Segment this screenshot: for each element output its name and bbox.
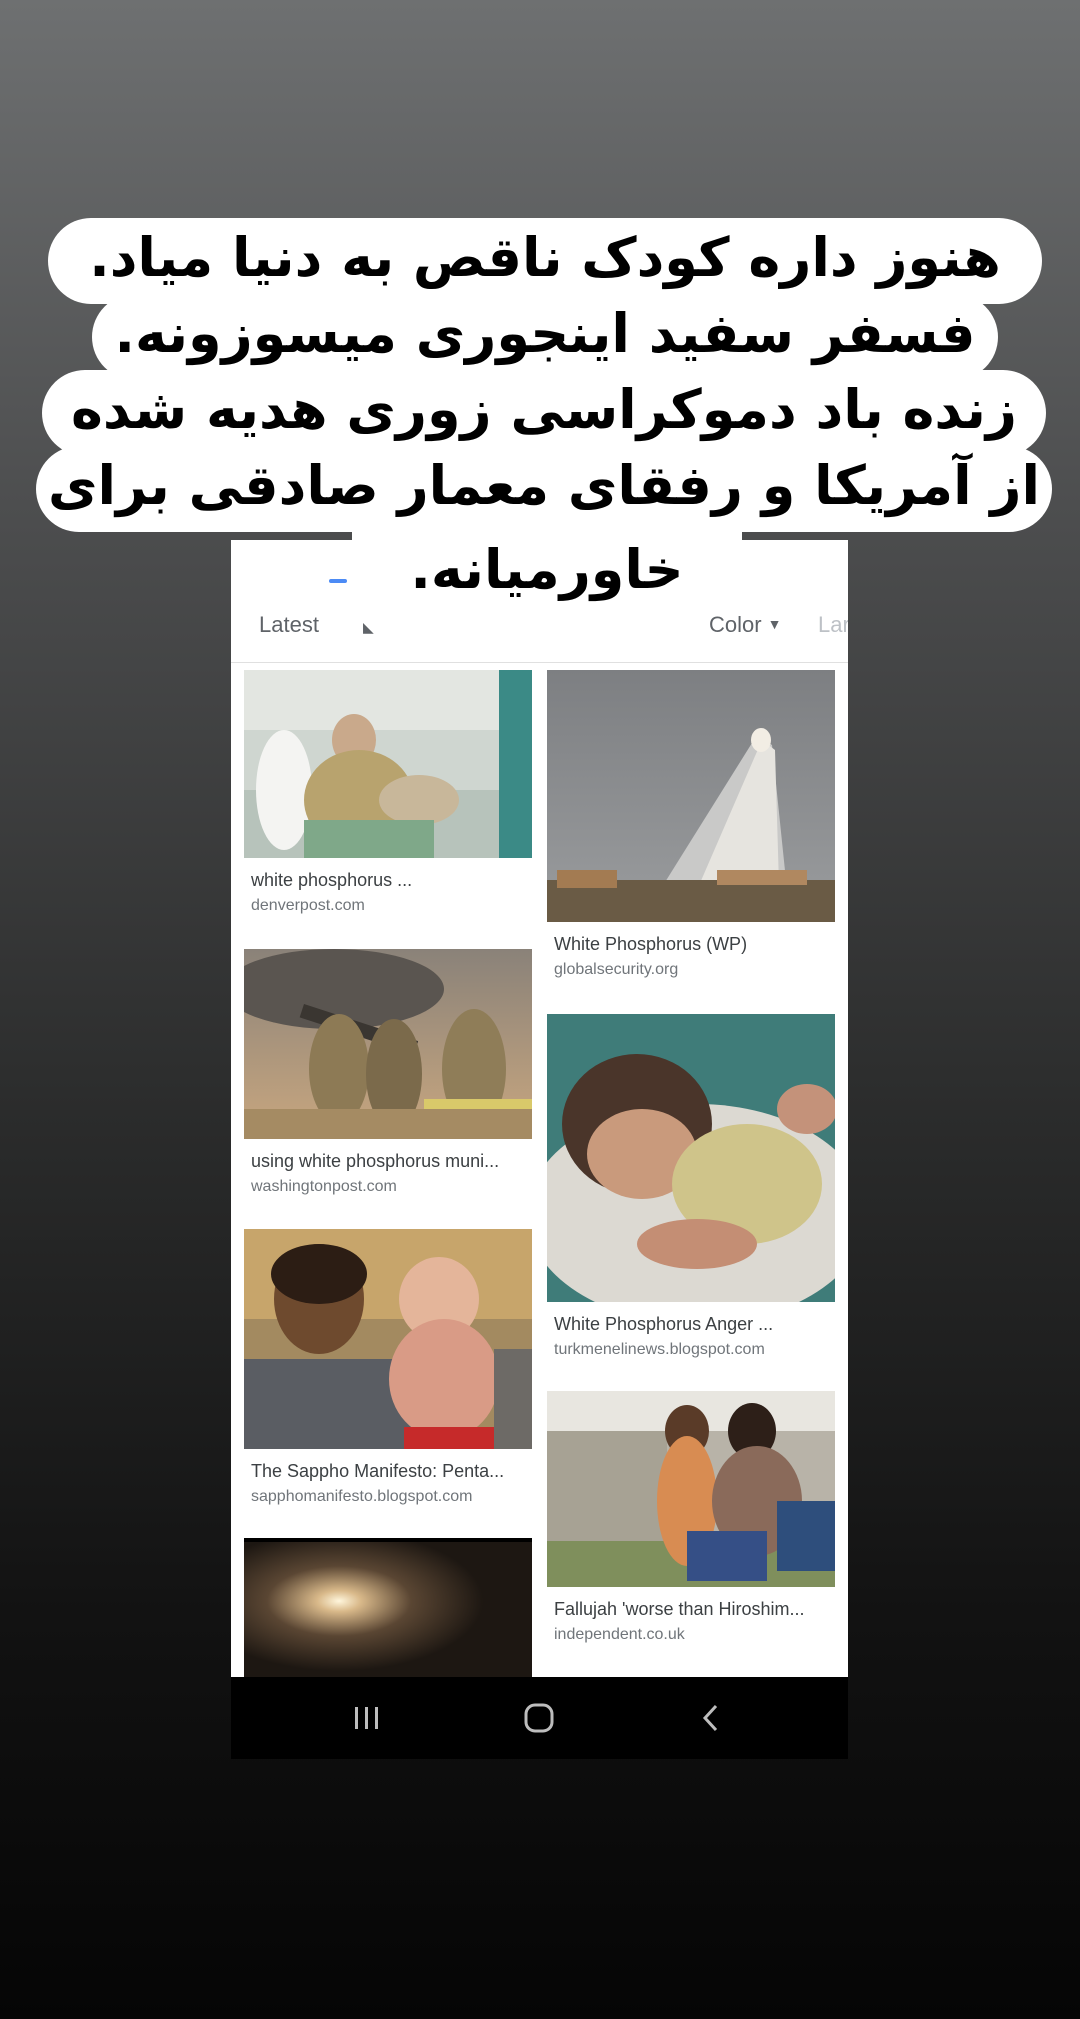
recents-icon[interactable] xyxy=(327,1677,407,1759)
result-thumbnail[interactable] xyxy=(244,1538,532,1678)
caption-line-3: زنده باد دموکراسی زوری هدیه شده xyxy=(42,370,1046,456)
caption-line-1: هنوز داره کودک ناقص به دنیا میاد. xyxy=(48,218,1042,304)
result-source: denverpost.com xyxy=(251,897,365,914)
active-tab-indicator xyxy=(329,579,347,583)
caption-line-5: خاورمیانه. xyxy=(352,530,742,604)
result-card[interactable]: Fallujah 'worse than Hiroshim... indepen… xyxy=(547,1391,835,1661)
result-thumbnail[interactable] xyxy=(244,949,532,1139)
caption-line-4: از آمریکا و رفقای معمار صادقی برای xyxy=(36,446,1052,532)
result-source: globalsecurity.org xyxy=(554,961,679,978)
filter-color-label: Color xyxy=(709,612,762,637)
image-results-grid: white phosphorus ... denverpost.com usin… xyxy=(231,662,848,1759)
result-title[interactable]: White Phosphorus Anger ... xyxy=(554,1314,830,1335)
result-title[interactable]: Fallujah 'worse than Hiroshim... xyxy=(554,1599,830,1620)
home-icon[interactable] xyxy=(499,1677,579,1759)
result-title[interactable]: white phosphorus ... xyxy=(251,870,527,891)
result-thumbnail[interactable] xyxy=(547,1391,835,1587)
system-navigation-bar xyxy=(231,1677,848,1759)
result-source: washingtonpost.com xyxy=(251,1178,397,1195)
result-card[interactable]: White Phosphorus (WP) globalsecurity.org xyxy=(547,670,835,990)
result-thumbnail[interactable] xyxy=(547,670,835,922)
result-thumbnail[interactable] xyxy=(547,1014,835,1302)
result-title[interactable]: The Sappho Manifesto: Penta... xyxy=(251,1461,527,1482)
back-icon[interactable] xyxy=(671,1677,751,1759)
caption-line-2: فسفر سفید اینجوری میسوزونه. xyxy=(92,294,998,380)
result-source: independent.co.uk xyxy=(554,1626,685,1643)
result-card[interactable] xyxy=(244,1538,532,1678)
result-thumbnail[interactable] xyxy=(244,670,532,858)
result-card[interactable]: The Sappho Manifesto: Penta... sapphoman… xyxy=(244,1229,532,1519)
result-title[interactable]: using white phosphorus muni... xyxy=(251,1151,527,1172)
image-search-screen: Latest ◣ Color ▼ Large xyxy=(231,540,848,1759)
result-source: turkmenelinews.blogspot.com xyxy=(554,1341,765,1358)
chevron-down-icon: ▼ xyxy=(767,616,782,632)
result-thumbnail[interactable] xyxy=(244,1229,532,1449)
filter-latest[interactable]: Latest xyxy=(259,612,319,638)
result-source: sapphomanifesto.blogspot.com xyxy=(251,1488,473,1505)
filter-color[interactable]: Color ▼ xyxy=(709,612,781,638)
result-card[interactable]: using white phosphorus muni... washingto… xyxy=(244,949,532,1209)
chevron-down-icon[interactable]: ◣ xyxy=(363,620,374,636)
result-card[interactable]: White Phosphorus Anger ... turkmenelinew… xyxy=(547,1014,835,1374)
result-card[interactable]: white phosphorus ... denverpost.com xyxy=(244,670,532,930)
result-title[interactable]: White Phosphorus (WP) xyxy=(554,934,830,955)
filter-large[interactable]: Large xyxy=(818,612,848,638)
